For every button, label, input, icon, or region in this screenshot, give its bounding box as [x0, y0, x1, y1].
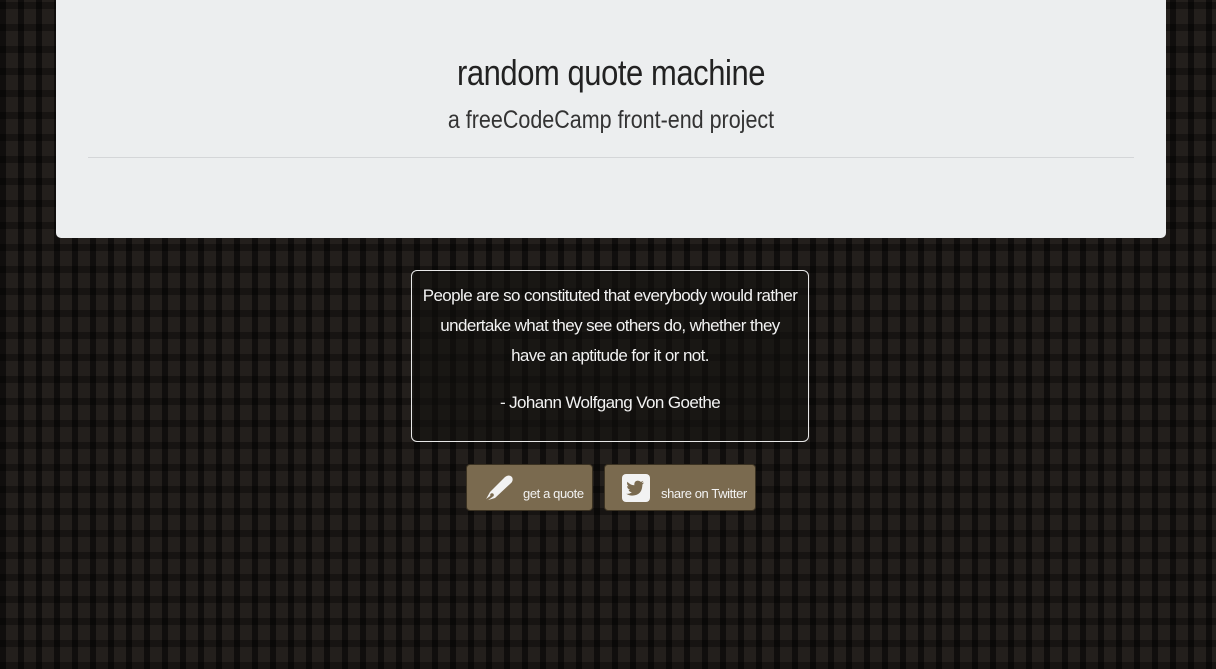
quote-author: - Johann Wolfgang Von Goethe	[499, 393, 721, 412]
get-quote-label: get a quote	[523, 486, 584, 501]
header-divider	[88, 157, 1134, 158]
quote-box: People are so constituted that everybody…	[411, 270, 809, 442]
page-subtitle: a freeCodeCamp front-end project	[447, 106, 775, 134]
header-jumbotron: random quote machine a freeCodeCamp fron…	[56, 0, 1166, 238]
share-twitter-label: share on Twitter	[661, 486, 747, 501]
share-twitter-button[interactable]: share on Twitter	[604, 464, 756, 511]
quote-text: People are so constituted that everybody…	[422, 286, 798, 365]
twitter-square-icon	[619, 471, 653, 505]
pen-icon	[481, 471, 515, 505]
page-title: random quote machine	[456, 52, 766, 93]
get-quote-button[interactable]: get a quote	[466, 464, 593, 511]
